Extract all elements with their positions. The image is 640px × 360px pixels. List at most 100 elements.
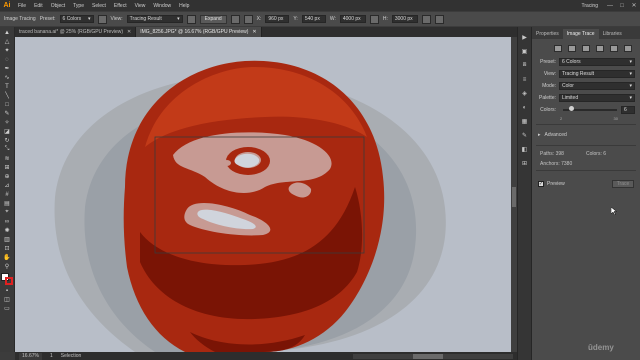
minimize-icon[interactable]: —	[604, 0, 616, 11]
view-dropdown[interactable]: Tracing Result ▾	[126, 15, 183, 23]
zoom-field[interactable]: 16.67%	[19, 352, 42, 360]
graph-tool-icon[interactable]: ▥	[3, 236, 12, 243]
tab-image-trace[interactable]: Image Trace	[562, 29, 599, 39]
outline-icon[interactable]	[624, 45, 632, 52]
scale-tool-icon[interactable]: ⤡	[3, 146, 12, 153]
trace-panel-icon[interactable]	[97, 14, 107, 24]
auto-color-icon[interactable]	[554, 45, 562, 52]
hand-tool-icon[interactable]: ✋	[3, 254, 12, 261]
direct-selection-tool-icon[interactable]: △	[3, 38, 12, 45]
view-dropdown[interactable]: Tracing Result ▾	[559, 70, 635, 78]
close-icon[interactable]: ✕	[252, 29, 256, 35]
type-tool-icon[interactable]: T	[3, 83, 12, 90]
shape-builder-tool-icon[interactable]: ⊕	[3, 173, 12, 180]
magic-wand-tool-icon[interactable]: ✦	[3, 47, 12, 54]
menu-file[interactable]: File	[14, 3, 30, 9]
color-icon[interactable]: ◐	[521, 104, 529, 111]
align-icon[interactable]: ≡	[521, 76, 529, 83]
play-icon[interactable]: ▶	[521, 34, 529, 41]
paintbrush-tool-icon[interactable]: ✎	[3, 110, 12, 117]
tab-traced-banana[interactable]: traced banana.ai* @ 25% (RGB/GPU Preview…	[15, 27, 137, 37]
rotate-tool-icon[interactable]: ↻	[3, 137, 12, 144]
screen-mode-icon[interactable]: ▭	[3, 305, 12, 312]
artboard-number[interactable]: 1	[50, 353, 53, 359]
rectangle-tool-icon[interactable]: □	[3, 101, 12, 108]
colors-slider[interactable]	[563, 106, 617, 111]
reference-point-icon[interactable]	[243, 14, 253, 24]
close-icon[interactable]: ✕	[628, 0, 640, 11]
menu-view[interactable]: View	[131, 3, 150, 9]
menu-window[interactable]: Window	[149, 3, 175, 9]
app-logo[interactable]: Ai	[0, 0, 14, 11]
gradient-tool-icon[interactable]: ▤	[3, 200, 12, 207]
trace-button[interactable]: Trace	[612, 180, 634, 188]
tab-properties[interactable]: Properties	[532, 29, 563, 39]
libraries-icon[interactable]: ▣	[521, 48, 529, 55]
zoom-tool-icon[interactable]: ⚲	[3, 263, 12, 270]
artboard-canvas[interactable]	[15, 37, 511, 352]
artboards-icon[interactable]: ⊞	[521, 160, 529, 167]
scroll-thumb[interactable]	[413, 353, 443, 359]
mode-dropdown[interactable]: Color ▾	[559, 82, 635, 90]
transform-icon[interactable]: ⧈	[521, 62, 529, 69]
lasso-tool-icon[interactable]: ◌	[3, 56, 12, 63]
selection-tool-icon[interactable]: ▲	[3, 29, 12, 36]
align-icon[interactable]	[230, 14, 240, 24]
draw-mode-icon[interactable]: ◫	[3, 296, 12, 303]
palette-dropdown[interactable]: Limited ▾	[559, 94, 635, 102]
scroll-thumb[interactable]	[512, 187, 516, 207]
workspace-switcher[interactable]: Tracing	[576, 3, 605, 9]
menu-type[interactable]: Type	[69, 3, 88, 9]
maximize-icon[interactable]: □	[616, 0, 628, 11]
brushes-icon[interactable]: ✎	[521, 132, 529, 139]
high-color-icon[interactable]	[568, 45, 576, 52]
width-tool-icon[interactable]: ≋	[3, 155, 12, 162]
y-field[interactable]: 540 px	[301, 15, 326, 23]
pen-tool-icon[interactable]: ✒	[3, 65, 12, 72]
line-tool-icon[interactable]: ╲	[3, 92, 12, 99]
color-mode-icon[interactable]: ▪	[3, 287, 12, 294]
fill-stroke-swatch[interactable]	[1, 273, 13, 285]
perspective-grid-tool-icon[interactable]: ⊿	[3, 182, 12, 189]
x-field[interactable]: 960 px	[265, 15, 290, 23]
eye-icon[interactable]	[186, 14, 196, 24]
menu-help[interactable]: Help	[175, 3, 193, 9]
tab-img-8256[interactable]: IMG_8256.JPG* @ 16.67% (RGB/GPU Preview)…	[136, 27, 262, 37]
pathfinder-icon[interactable]: ◈	[521, 90, 529, 97]
transform-icon[interactable]	[421, 14, 431, 24]
preset-dropdown[interactable]: 6 Colors ▾	[559, 58, 635, 66]
tab-libraries[interactable]: Libraries	[599, 29, 626, 39]
link-icon[interactable]	[369, 14, 379, 24]
traced-image[interactable]	[15, 37, 511, 352]
black-white-icon[interactable]	[610, 45, 618, 52]
preset-dropdown[interactable]: 6 Colors ▾	[59, 15, 94, 23]
swatches-icon[interactable]: ▦	[521, 118, 529, 125]
horizontal-scrollbar[interactable]	[353, 353, 513, 359]
colors-field[interactable]: 6	[621, 106, 635, 114]
menu-icon[interactable]	[434, 14, 444, 24]
close-icon[interactable]: ✕	[127, 29, 131, 35]
preview-checkbox[interactable]: ✓	[538, 181, 544, 187]
advanced-toggle[interactable]: ▸ Advanced	[532, 128, 640, 142]
h-field[interactable]: 3000 px	[391, 15, 418, 23]
shaper-tool-icon[interactable]: ✧	[3, 119, 12, 126]
menu-edit[interactable]: Edit	[30, 3, 47, 9]
grayscale-icon[interactable]	[596, 45, 604, 52]
mesh-tool-icon[interactable]: #	[3, 191, 12, 198]
menu-object[interactable]: Object	[47, 3, 69, 9]
blend-tool-icon[interactable]: ∞	[3, 218, 12, 225]
w-field[interactable]: 4000 px	[339, 15, 366, 23]
stroke-swatch[interactable]	[5, 277, 13, 285]
artboard-tool-icon[interactable]: ⊡	[3, 245, 12, 252]
curvature-tool-icon[interactable]: ∿	[3, 74, 12, 81]
menu-effect[interactable]: Effect	[110, 3, 131, 9]
expand-button[interactable]: Expand	[199, 14, 227, 24]
free-transform-tool-icon[interactable]: ⊞	[3, 164, 12, 171]
menu-select[interactable]: Select	[88, 3, 110, 9]
layers-icon[interactable]: ◧	[521, 146, 529, 153]
slider-knob[interactable]	[569, 106, 575, 111]
eyedropper-tool-icon[interactable]: ⌖	[3, 209, 12, 216]
eraser-tool-icon[interactable]: ◪	[3, 128, 12, 135]
low-color-icon[interactable]	[582, 45, 590, 52]
symbol-sprayer-tool-icon[interactable]: ✺	[3, 227, 12, 234]
